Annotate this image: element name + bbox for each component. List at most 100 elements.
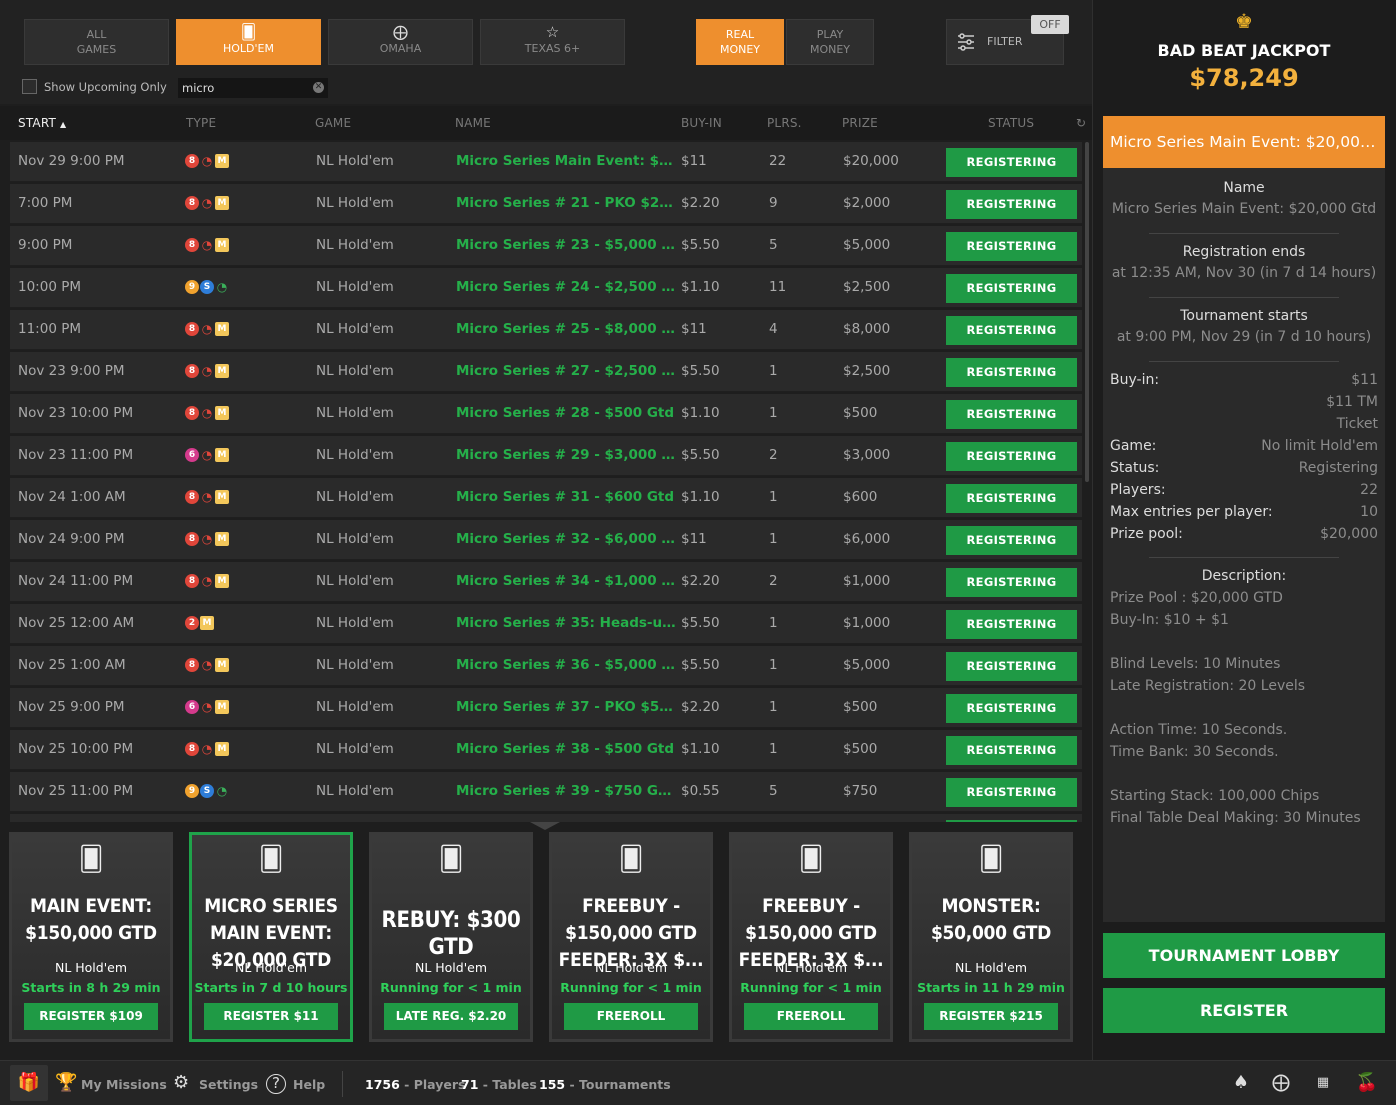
table-row[interactable]: Nov 24 11:00 PM NL Hold'em Micro Series # … [10,562,1082,602]
table-row[interactable] [10,814,1082,822]
search-input[interactable] [178,78,328,98]
table-row[interactable]: Nov 24 9:00 PM NL Hold'em Micro Series # 3… [10,520,1082,560]
row-status-button[interactable]: REGISTERING [946,778,1077,807]
row-status-button[interactable]: REGISTERING [946,148,1077,177]
featured-card[interactable]: 🂠 MICRO SERIES MAIN EVENT: $20,000 GTD NL … [189,832,353,1042]
row-buyin: $5.50 [681,447,720,463]
table-row[interactable]: Nov 25 10:00 PM NL Hold'em Micro Series # … [10,730,1082,770]
settings-link[interactable]: Settings [199,1077,258,1092]
table-row[interactable]: Nov 23 10:00 PM NL Hold'em Micro Series # … [10,394,1082,434]
row-status-button[interactable]: REGISTERING [946,526,1077,555]
tab-holdem[interactable]: 🂠 HOLD'EM [176,19,321,65]
blackjack-icon[interactable]: ♠ [1228,1070,1254,1096]
details-description-heading: Description: [1103,568,1385,584]
table-row[interactable]: Nov 25 9:00 PM NL Hold'em Micro Series # 3… [10,688,1082,728]
featured-card[interactable]: 🂠 FREEBUY - $150,000 GTD FEEDER: 3X $... N… [549,832,713,1042]
table-row[interactable]: Nov 29 9:00 PM NL Hold'em Micro Series Mai… [10,142,1082,182]
filter-off-badge[interactable]: OFF [1031,15,1069,34]
cards-icon: 🂠 [978,845,1004,873]
col-type[interactable]: TYPE [186,116,216,130]
row-status-button[interactable]: REGISTERING [946,568,1077,597]
seats-8-icon: 8 [185,406,199,420]
row-game: NL Hold'em [316,573,394,589]
row-start: 9:00 PM [18,237,73,253]
table-row[interactable]: 10:00 PM NL Hold'em Micro Series # 24 - $2… [10,268,1082,308]
row-start: Nov 23 9:00 PM [18,363,125,379]
row-status-button[interactable]: REGISTERING [946,400,1077,429]
tab-texas6[interactable]: ☆ TEXAS 6+ [480,19,625,65]
speed-gauge-icon: ◔ [201,154,213,168]
col-status[interactable]: STATUS [988,116,1034,130]
featured-card[interactable]: 🂠 MONSTER: $50,000 GTD NL Hold'em Starts in… [909,832,1073,1042]
cherries-icon[interactable]: 🍒 [1354,1070,1380,1096]
type-icons: 8 ◔ M [185,574,230,590]
players-count: 1756 [365,1077,400,1092]
tab-play-money[interactable]: PLAY MONEY [786,19,874,65]
featured-action-button[interactable]: LATE REG. $2.20 [384,1003,518,1030]
row-buyin: $1.10 [681,405,720,421]
description-line: Blind Levels: 10 Minutes [1110,656,1281,672]
tab-real-money[interactable]: REAL MONEY [696,19,784,65]
featured-card[interactable]: 🂠 REBUY: $300 GTD NL Hold'em Running for < … [369,832,533,1042]
table-row[interactable]: 7:00 PM NL Hold'em Micro Series # 21 - PKO… [10,184,1082,224]
col-prize[interactable]: PRIZE [842,116,878,130]
col-players[interactable]: PLRS. [767,116,802,130]
slots-icon[interactable]: ▦ [1310,1070,1336,1096]
col-game[interactable]: GAME [315,116,351,130]
featured-action-button[interactable]: FREEROLL [564,1003,698,1030]
carousel-toggle-icon[interactable] [530,822,560,830]
details-starts-label: Tournament starts [1180,308,1308,324]
featured-card[interactable]: 🂠 FREEBUY - $150,000 GTD FEEDER: 3X $... N… [729,832,893,1042]
row-buyin: $1.10 [681,741,720,757]
row-status-button[interactable]: REGISTERING [946,652,1077,681]
row-status-button[interactable]: REGISTERING [946,358,1077,387]
table-row[interactable]: Nov 25 12:00 AM NL Hold'em Micro Series # … [10,604,1082,644]
table-row[interactable]: Nov 23 11:00 PM NL Hold'em Micro Series # … [10,436,1082,476]
show-upcoming-checkbox[interactable] [22,79,37,94]
table-row[interactable]: Nov 24 1:00 AM NL Hold'em Micro Series # 3… [10,478,1082,518]
featured-action-button[interactable]: REGISTER $215 [924,1003,1058,1030]
row-status-button[interactable]: REGISTERING [946,694,1077,723]
help-link[interactable]: Help [293,1077,325,1092]
featured-action-button[interactable]: FREEROLL [744,1003,878,1030]
featured-action-button[interactable]: REGISTER $11 [204,1003,338,1030]
gear-icon[interactable]: ⚙ [173,1072,189,1093]
row-name: Micro Series # 35: Heads-up: $1,000 Gtd [456,615,676,631]
refresh-icon[interactable]: ↻ [1076,116,1086,130]
type-icons: 6 ◔ M [185,448,230,464]
row-status-button[interactable]: REGISTERING [946,484,1077,513]
help-icon[interactable]: ? [266,1074,286,1094]
mystery-icon: M [215,322,229,336]
col-start[interactable]: START ▲ [18,116,66,130]
clear-search-icon[interactable]: ✕ [313,82,324,93]
row-buyin: $1.10 [681,279,720,295]
gift-icon[interactable]: 🎁 [10,1065,48,1101]
table-row[interactable]: Nov 25 1:00 AM NL Hold'em Micro Series # 3… [10,646,1082,686]
table-header: START ▲ TYPE GAME NAME BUY-IN PLRS. PRIZ… [0,106,1092,140]
seats-8-icon: 8 [185,322,199,336]
table-row[interactable]: Nov 25 11:00 PM NL Hold'em Micro Series # … [10,772,1082,812]
missions-link[interactable]: My Missions [81,1077,167,1092]
trophy-missions-icon[interactable]: 🏆 [55,1072,77,1093]
featured-action-button[interactable]: REGISTER $109 [24,1003,158,1030]
row-status-button[interactable]: REGISTERING [946,274,1077,303]
col-buyin[interactable]: BUY-IN [681,116,722,130]
row-status-button[interactable]: REGISTERING [946,610,1077,639]
row-status-button[interactable]: REGISTERING [946,190,1077,219]
featured-card[interactable]: 🂠 MAIN EVENT: $150,000 GTD NL Hold'em Start… [9,832,173,1042]
register-button[interactable]: REGISTER [1103,988,1385,1033]
table-row[interactable]: Nov 23 9:00 PM NL Hold'em Micro Series # 2… [10,352,1082,392]
col-name[interactable]: NAME [455,116,491,130]
tournament-lobby-button[interactable]: TOURNAMENT LOBBY [1103,933,1385,978]
table-row[interactable]: 9:00 PM NL Hold'em Micro Series # 23 - $5,… [10,226,1082,266]
row-status-button[interactable]: REGISTERING [946,442,1077,471]
roulette-icon[interactable]: ⨁ [1268,1070,1294,1096]
row-status-button[interactable]: REGISTERING [946,316,1077,345]
row-game: NL Hold'em [316,531,394,547]
list-scrollbar[interactable] [1085,142,1089,482]
tab-omaha[interactable]: ⨁ OMAHA [328,19,473,65]
row-status-button[interactable]: REGISTERING [946,736,1077,765]
row-status-button[interactable]: REGISTERING [946,232,1077,261]
table-row[interactable]: 11:00 PM NL Hold'em Micro Series # 25 - $8… [10,310,1082,350]
tab-all-games[interactable]: ALL GAMES [24,19,169,65]
